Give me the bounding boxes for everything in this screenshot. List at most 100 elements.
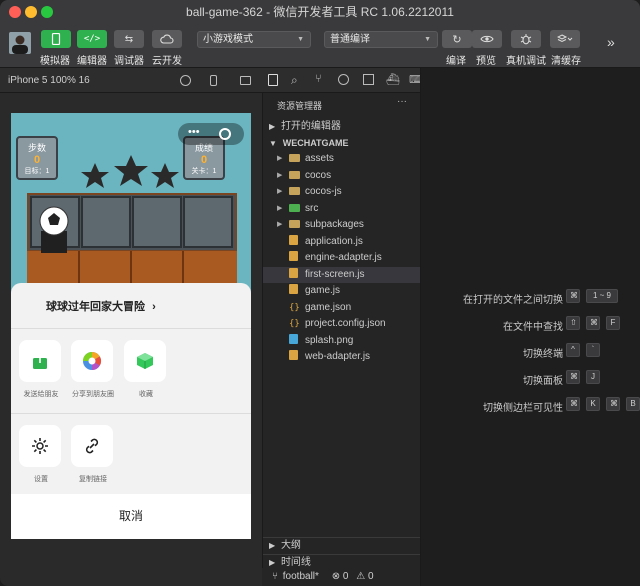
share-up-icon (19, 340, 61, 382)
chevron-right-icon: ▶ (269, 558, 276, 567)
shortcut-key: 1 ~ 9 (586, 289, 618, 303)
share-sheet-title[interactable]: 球球过年回家大冒险 › (46, 298, 156, 314)
clear-cache-label: 清缓存 (551, 56, 581, 67)
shortcut-row: 在打开的文件之间切换 ⌘ 1 ~ 9 (421, 289, 640, 306)
device-select[interactable]: iPhone 5 100% 16 (8, 75, 90, 86)
json-file-icon: {} (289, 319, 300, 329)
shortcut-key: ⌘ (586, 316, 600, 330)
remote-debug-button[interactable] (511, 30, 541, 48)
detach-window-icon[interactable] (240, 76, 251, 85)
shortcut-key: ⇧ (566, 316, 580, 330)
simulator-label: 模拟器 (40, 56, 70, 67)
file-tree-item[interactable]: application.js (263, 234, 421, 250)
folder-src-icon (289, 203, 300, 212)
cloud-dev-button[interactable] (152, 30, 182, 48)
avatar[interactable] (9, 32, 31, 54)
shortcut-row: 切换终端 ^ ` (421, 343, 640, 360)
cloud-label: 云开发 (152, 56, 182, 67)
search-icon[interactable]: ⌕ (291, 73, 298, 88)
outline-section[interactable]: ▶ 大纲 (263, 537, 421, 553)
activity-bar: ⌕ ⑂ ⛴ ⌨ (262, 68, 425, 93)
more-dots-icon[interactable]: ••• (188, 126, 200, 138)
folder-icon (289, 170, 300, 179)
cloud-icon (160, 34, 174, 44)
compile-mode-select[interactable]: 普通编译 ▼ (324, 31, 438, 48)
shortcut-key: ` (586, 343, 600, 357)
file-tree-item[interactable]: ▶ assets (263, 151, 421, 167)
compile-button[interactable]: ↻ (442, 30, 472, 48)
file-tree-item[interactable]: {} game.json (263, 300, 421, 316)
json-file-icon: {} (289, 302, 300, 313)
file-tree-item[interactable]: ▶ cocos (263, 168, 421, 184)
error-count[interactable]: 0 (343, 571, 349, 582)
refresh-icon: ↻ (452, 33, 462, 46)
shortcut-key: J (586, 370, 600, 384)
share-item-copy-link[interactable]: 复制链接 (71, 425, 115, 484)
app-window: ball-game-362 - 微信开发者工具 RC 1.06.2212011 … (0, 0, 640, 586)
window-title: ball-game-362 - 微信开发者工具 RC 1.06.2212011 (186, 5, 454, 19)
file-tree-item[interactable]: first-screen.js (263, 266, 421, 283)
link-icon (71, 425, 113, 467)
close-capsule-icon[interactable] (219, 128, 231, 140)
preview-button[interactable] (472, 30, 502, 48)
share-item-favorite[interactable]: 收藏 (124, 340, 168, 399)
source-control-icon[interactable]: ⑂ (315, 73, 322, 85)
file-tree-item[interactable]: engine-adapter.js (263, 250, 421, 266)
js-file-icon (289, 267, 298, 278)
docker-icon[interactable]: ⛴ (386, 73, 400, 86)
git-branch-icon: ⑂ (272, 571, 278, 582)
more-actions-icon[interactable]: ··· (397, 96, 407, 107)
js-file-icon (289, 284, 298, 294)
shortcut-key: ⌘ (566, 289, 580, 303)
phone-outline-icon[interactable] (210, 75, 217, 86)
chevron-right-icon: › (152, 301, 156, 313)
editor-label: 编辑器 (77, 56, 107, 67)
simulator-area: 步数 0 目标：1 成绩 0 关卡：1 ••• 球球过年回家大冒险 › 发送给朋… (0, 93, 262, 586)
capsule-menu[interactable]: ••• (178, 123, 244, 145)
debugger-label: 调试器 (114, 56, 144, 67)
phone-screen[interactable]: 步数 0 目标：1 成绩 0 关卡：1 ••• 球球过年回家大冒险 › 发送给朋… (11, 113, 251, 539)
shortcut-key: ⌘ (606, 397, 620, 411)
shortcut-key: F (606, 316, 620, 330)
warning-count[interactable]: 0 (368, 571, 374, 582)
git-branch[interactable]: football* (283, 571, 319, 582)
file-tree-item[interactable]: web-adapter.js (263, 349, 421, 365)
simulator-toggle-button[interactable] (41, 30, 71, 48)
share-item-send-friend[interactable]: 发送给朋友 (19, 340, 63, 399)
chevron-right-icon: ▶ (269, 122, 276, 131)
title-bar: ball-game-362 - 微信开发者工具 RC 1.06.2212011 (0, 0, 640, 24)
file-tree-item[interactable]: {} project.config.json (263, 316, 421, 332)
shortcut-key: K (586, 397, 600, 411)
shortcut-key: ^ (566, 343, 580, 357)
files-icon[interactable] (268, 74, 278, 86)
bug-icon (520, 34, 532, 45)
file-tree-item[interactable]: game.js (263, 283, 421, 299)
stars-rating (81, 155, 179, 188)
close-window-button[interactable] (9, 6, 21, 18)
compile-label: 编译 (446, 56, 466, 67)
file-tree-item[interactable]: splash.png (263, 333, 421, 349)
js-file-icon (289, 251, 298, 261)
clear-cache-button[interactable] (550, 30, 580, 48)
editor-toggle-button[interactable]: </> (77, 30, 107, 48)
minimize-window-button[interactable] (25, 6, 37, 18)
zoom-window-button[interactable] (41, 6, 53, 18)
file-tree-item[interactable]: ▶ src (263, 201, 421, 217)
debugger-toggle-button[interactable]: ⇆ (114, 30, 144, 48)
folder-icon (289, 154, 300, 162)
debug-icon[interactable] (338, 74, 349, 85)
record-icon[interactable] (180, 75, 191, 86)
extensions-icon[interactable] (363, 74, 374, 85)
share-item-settings[interactable]: 设置 (19, 425, 63, 484)
project-section[interactable]: ▼ WECHATGAME (263, 135, 421, 151)
share-item-moments[interactable]: 分享到朋友圈 (71, 340, 115, 399)
chevron-right-icon: ▶ (269, 541, 276, 550)
mode-select[interactable]: 小游戏模式 ▼ (197, 31, 311, 48)
remote-debug-label: 真机调试 (506, 56, 546, 67)
more-chevron-icon[interactable]: » (607, 34, 615, 50)
file-tree-item[interactable]: ▶ subpackages (263, 217, 421, 233)
cancel-button[interactable]: 取消 (11, 494, 251, 539)
status-bar: ⑂ football* ⊗ 0 ⚠ 0 (262, 568, 420, 586)
open-editors-section[interactable]: ▶ 打开的编辑器 (263, 119, 421, 135)
file-tree-item[interactable]: ▶ cocos-js (263, 184, 421, 200)
